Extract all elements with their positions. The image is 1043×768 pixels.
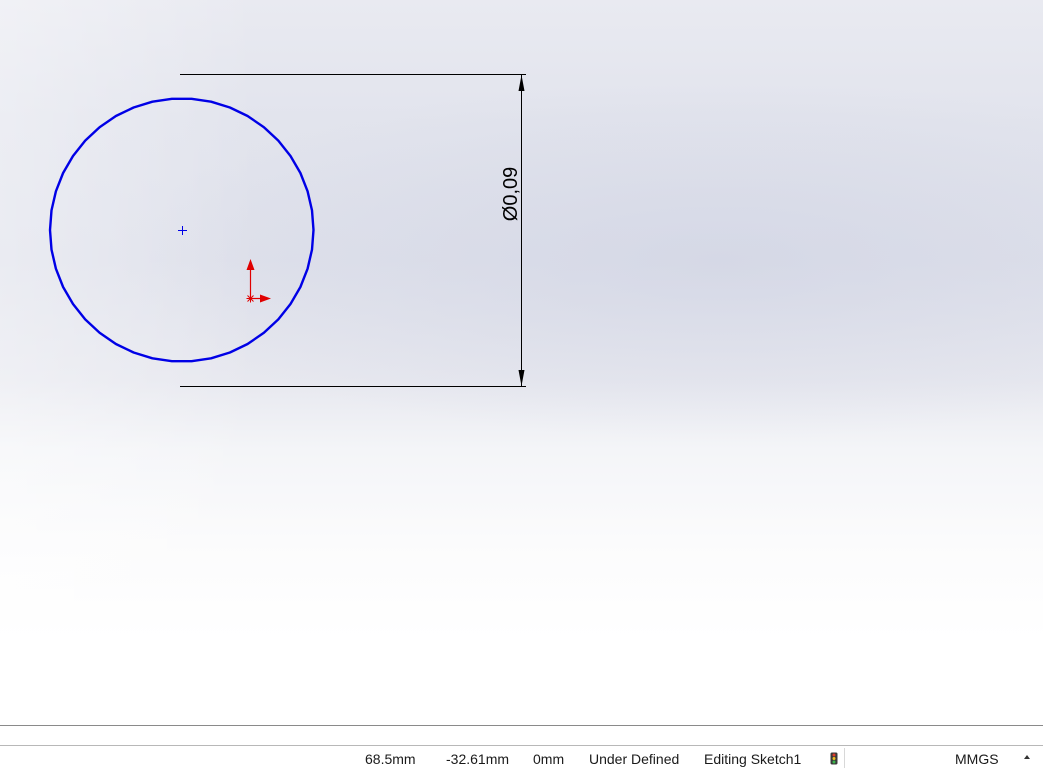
rebuild-traffic-light-icon[interactable] [830, 752, 838, 765]
y-coordinate: -32.61mm [446, 751, 510, 767]
blank-strip [0, 725, 1043, 745]
z-coordinate: 0mm [533, 751, 565, 767]
units-menu-arrow-icon[interactable] [1023, 753, 1031, 761]
units-selector[interactable]: MMGS [955, 751, 999, 767]
dimension-arrow-icon [518, 75, 525, 91]
diameter-dimension[interactable]: Ø0,09 [180, 74, 526, 387]
sketch-origin-icon[interactable] [246, 259, 272, 303]
dimension-value[interactable]: Ø0,09 [500, 167, 522, 221]
edit-mode: Editing Sketch1 [704, 751, 802, 767]
x-coordinate: 68.5mm [365, 751, 416, 767]
sketch-state: Under Defined [589, 751, 680, 767]
center-point-icon[interactable] [178, 226, 187, 235]
status-bar: 68.5mm -32.61mm 0mm Under Defined Editin… [0, 745, 1043, 768]
graphics-area[interactable]: Ø0,09 [0, 0, 1043, 725]
dimension-arrow-icon [518, 370, 525, 386]
status-divider [844, 748, 845, 768]
sketch-canvas[interactable]: Ø0,09 [0, 0, 1043, 725]
